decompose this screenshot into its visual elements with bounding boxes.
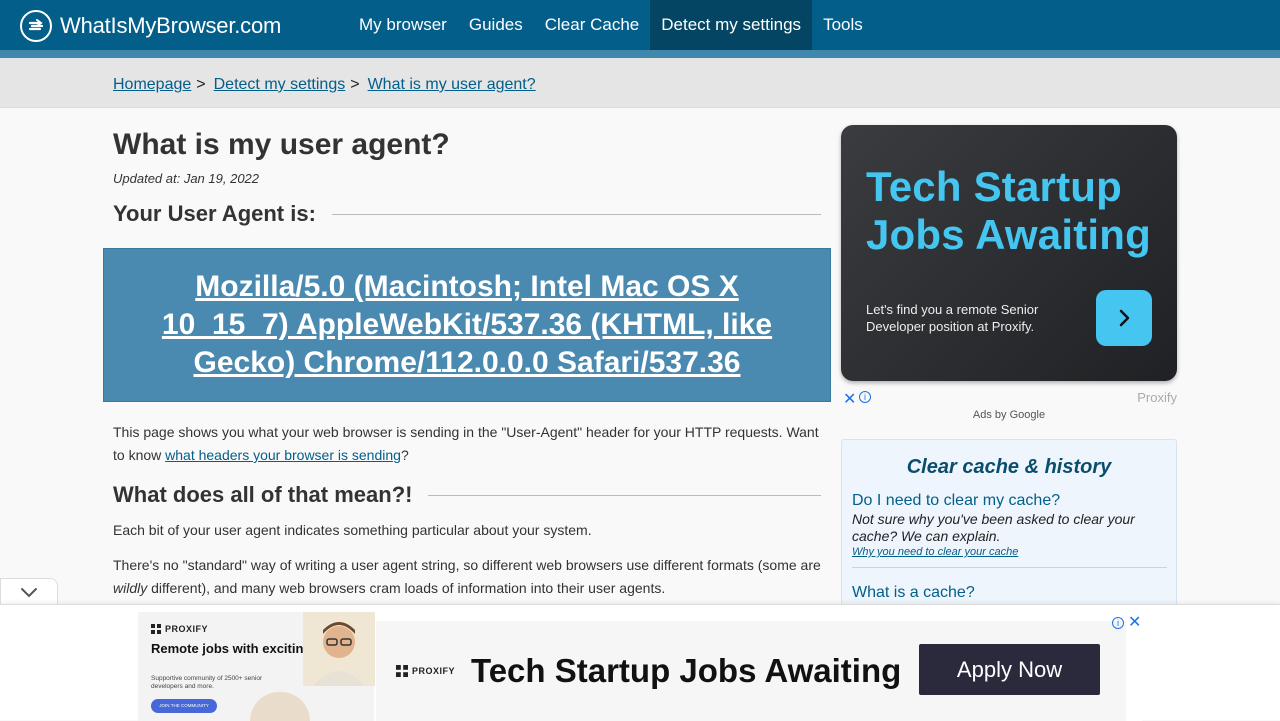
- proxify-logo-icon: [151, 624, 161, 634]
- p2-text: There's no "standard" way of writing a u…: [113, 557, 821, 573]
- close-icon[interactable]: ✕: [1128, 615, 1141, 631]
- logo-text: WhatIsMyBrowser.com: [60, 13, 282, 38]
- info-icon[interactable]: i: [1112, 617, 1124, 629]
- breadcrumb-detect-my-settings[interactable]: Detect my settings: [214, 76, 346, 94]
- logo-icon: [20, 10, 52, 42]
- site-logo[interactable]: WhatIsMyBrowser.com: [20, 10, 281, 42]
- intro-text-end: ?: [400, 447, 409, 463]
- breadcrumb-separator: >: [350, 76, 360, 93]
- promo-logo: PROXIFY: [151, 624, 208, 634]
- info-icon[interactable]: i: [859, 391, 871, 403]
- proxify-logo-icon: [396, 665, 408, 677]
- ads-by-google: Ads by Google: [972, 409, 1046, 421]
- headers-link[interactable]: what headers your browser is sending: [165, 447, 401, 463]
- apply-now-button[interactable]: Apply Now: [919, 644, 1100, 695]
- breadcrumb-current[interactable]: What is my user agent?: [368, 76, 536, 94]
- banner-logo-text: PROXIFY: [412, 666, 456, 676]
- clear-cache-question[interactable]: Do I need to clear my cache?: [852, 492, 1060, 510]
- breadcrumb-bar: Homepage > Detect my settings > What is …: [0, 58, 1280, 108]
- sidebar-ad[interactable]: Tech Startup Jobs Awaiting Let's find yo…: [841, 125, 1177, 381]
- page-title: What is my user agent?: [113, 128, 450, 161]
- header-strip: [0, 50, 1280, 58]
- promo-panel: PROXIFY Remote jobs with exciting brands…: [138, 612, 375, 721]
- nav-clear-cache[interactable]: Clear Cache: [534, 0, 651, 50]
- updated-date: Updated at: Jan 19, 2022: [113, 171, 260, 186]
- ad-title: Tech Startup Jobs Awaiting: [866, 163, 1151, 258]
- clear-cache-card: Clear cache & history Do I need to clear…: [841, 439, 1177, 614]
- person-image-2: [250, 692, 310, 721]
- banner-title: Tech Startup Jobs Awaiting: [471, 652, 902, 689]
- breadcrumb-homepage[interactable]: Homepage: [113, 76, 191, 94]
- heading-rule: [331, 213, 821, 215]
- ad-arrow-button[interactable]: [1096, 290, 1152, 346]
- breadcrumb-separator: >: [196, 76, 206, 93]
- bottom-ad-bar: PROXIFY Remote jobs with exciting brands…: [0, 604, 1280, 721]
- nav-detect-my-settings[interactable]: Detect my settings: [650, 0, 813, 50]
- bottom-ad[interactable]: PROXIFY Remote jobs with exciting brands…: [138, 612, 1142, 721]
- ad-meta: ✕ i Proxify: [841, 389, 1177, 409]
- close-icon[interactable]: ✕: [843, 389, 856, 409]
- intro-paragraph: This page shows you what your web browse…: [113, 421, 821, 467]
- banner-ad[interactable]: PROXIFY Tech Startup Jobs Awaiting Apply…: [376, 621, 1126, 721]
- main-nav: My browser Guides Clear Cache Detect my …: [348, 0, 874, 50]
- ad-controls: i ✕: [1112, 615, 1141, 631]
- p2-emphasis: wildly: [113, 580, 148, 596]
- paragraph-2: There's no "standard" way of writing a u…: [113, 554, 821, 600]
- meaning-heading-text: What does all of that mean?!: [113, 482, 413, 507]
- user-agent-link[interactable]: Mozilla/5.0 (Macintosh; Intel Mac OS X 1…: [134, 268, 800, 382]
- nav-tools[interactable]: Tools: [812, 0, 874, 50]
- nav-my-browser[interactable]: My browser: [348, 0, 458, 50]
- promo-subtext: Supportive community of 2500+ senior dev…: [151, 675, 263, 690]
- promo-button[interactable]: JOIN THE COMMUNITY: [151, 699, 217, 713]
- user-agent-box: Mozilla/5.0 (Macintosh; Intel Mac OS X 1…: [103, 248, 831, 402]
- ad-body: Let's find you a remote Senior Developer…: [866, 302, 1039, 334]
- card-title: Clear cache & history: [906, 456, 1112, 478]
- clear-cache-description: Not sure why you've been asked to clear …: [852, 511, 1135, 544]
- collapse-ad-button[interactable]: [0, 578, 58, 605]
- top-navbar: WhatIsMyBrowser.com My browser Guides Cl…: [0, 0, 1280, 50]
- nav-guides[interactable]: Guides: [458, 0, 534, 50]
- person-image: [303, 612, 375, 686]
- what-is-cache-question[interactable]: What is a cache?: [852, 584, 975, 602]
- banner-logo: PROXIFY: [396, 665, 455, 677]
- breadcrumb: Homepage > Detect my settings > What is …: [113, 76, 536, 94]
- meaning-heading: What does all of that mean?!: [113, 482, 821, 508]
- your-ua-heading: Your User Agent is:: [113, 201, 821, 227]
- card-divider: [852, 567, 1167, 568]
- chevron-right-icon: [1119, 309, 1130, 327]
- p2-text-end: different), and many web browsers cram l…: [147, 580, 666, 596]
- your-ua-heading-text: Your User Agent is:: [113, 201, 316, 226]
- ad-brand[interactable]: Proxify: [1137, 390, 1177, 405]
- promo-logo-text: PROXIFY: [165, 624, 209, 634]
- paragraph-1: Each bit of your user agent indicates so…: [113, 522, 592, 538]
- heading-rule: [428, 494, 821, 496]
- chevron-down-icon: [21, 588, 37, 598]
- clear-cache-link[interactable]: Why you need to clear your cache: [852, 546, 1018, 558]
